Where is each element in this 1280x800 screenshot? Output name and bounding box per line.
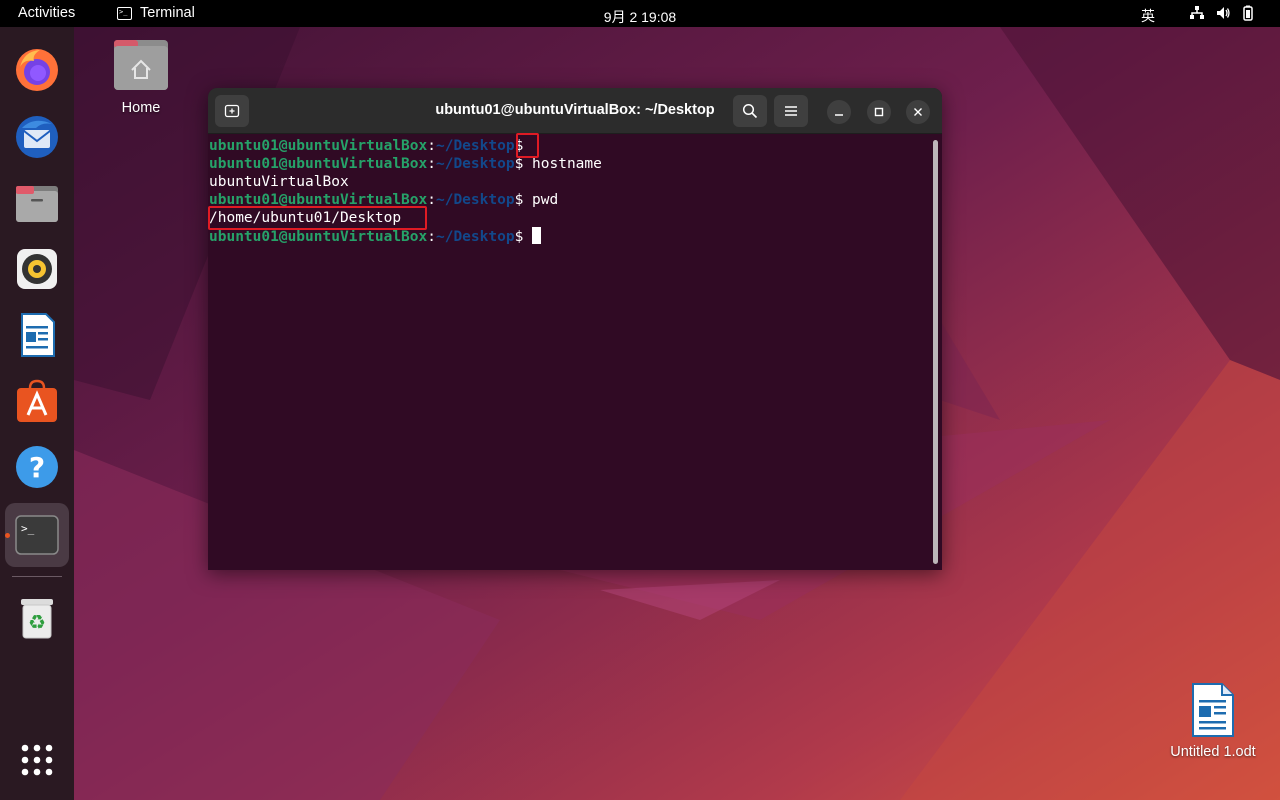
desktop-home[interactable]: Home <box>106 38 176 116</box>
terminal-icon: >_ <box>15 515 59 555</box>
terminal-window[interactable]: ubuntu01@ubuntuVirtualBox: ~/Desktop ubu… <box>208 88 942 570</box>
terminal-line: ubuntu01@ubuntuVirtualBox:~/Desktop$ hos… <box>209 155 930 173</box>
prompt-separator: : <box>427 138 436 154</box>
top-bar: Activities >_ Terminal 9月 2 19:08 英 <box>0 0 1280 27</box>
command-text: hostname <box>523 156 602 172</box>
close-icon <box>914 108 922 116</box>
dock-trash[interactable]: ♻ <box>13 594 61 642</box>
search-icon <box>742 103 758 119</box>
prompt-user: ubuntu01@ubuntuVirtualBox <box>209 138 428 154</box>
document-file-icon <box>1192 683 1234 737</box>
maximize-icon <box>874 107 884 117</box>
dock-help[interactable]: ? <box>13 443 61 491</box>
terminal-output[interactable]: ubuntu01@ubuntuVirtualBox:~/Desktop$ ubun… <box>208 134 930 570</box>
highlight-dollar-prompt <box>516 133 539 158</box>
minimize-button[interactable] <box>827 100 851 124</box>
svg-text:>_: >_ <box>21 522 35 535</box>
prompt-path: ~/Desktop <box>435 229 515 245</box>
output-text: ubuntuVirtualBox <box>209 174 349 190</box>
rhythmbox-icon <box>17 249 57 289</box>
prompt-separator: : <box>427 229 436 245</box>
firefox-icon <box>16 49 58 91</box>
software-icon <box>17 379 57 422</box>
search-button[interactable] <box>733 95 767 127</box>
running-indicator <box>5 533 10 538</box>
command-text <box>523 229 532 245</box>
dock-rhythmbox[interactable] <box>13 245 61 293</box>
dock-firefox[interactable] <box>13 46 61 94</box>
close-button[interactable] <box>906 100 930 124</box>
trash-icon: ♻ <box>21 599 53 639</box>
prompt-dollar: $ <box>514 229 524 245</box>
desktop-file-label: Untitled 1.odt <box>1170 744 1256 760</box>
desktop-home-label: Home <box>121 100 161 116</box>
writer-icon <box>21 313 55 357</box>
home-folder-icon <box>114 40 168 90</box>
dock-separator <box>12 576 62 577</box>
dock: ? >_ ♻ <box>0 27 74 800</box>
maximize-button[interactable] <box>867 100 891 124</box>
hamburger-menu-icon <box>785 106 797 116</box>
highlight-pwd-output <box>208 206 427 230</box>
system-tray[interactable] <box>1189 5 1255 21</box>
prompt-dollar: $ <box>514 156 524 172</box>
terminal-line: ubuntu01@ubuntuVirtualBox:~/Desktop$ <box>209 137 930 155</box>
volume-icon <box>1217 7 1230 19</box>
terminal-titlebar[interactable]: ubuntu01@ubuntuVirtualBox: ~/Desktop <box>208 88 942 134</box>
battery-icon <box>1243 5 1253 21</box>
files-icon <box>16 186 58 222</box>
terminal-line: ubuntuVirtualBox <box>209 173 930 191</box>
network-icon <box>1190 6 1204 19</box>
app-grid-icon <box>21 744 53 776</box>
prompt-path: ~/Desktop <box>435 138 515 154</box>
help-icon: ? <box>16 446 58 488</box>
prompt-user: ubuntu01@ubuntuVirtualBox <box>209 156 428 172</box>
minimize-icon <box>835 114 843 116</box>
dock-software[interactable] <box>13 377 61 425</box>
input-method-indicator[interactable]: 英 <box>1141 6 1155 26</box>
dock-files[interactable] <box>13 179 61 227</box>
prompt-dollar: $ <box>514 192 524 208</box>
dock-app-grid[interactable] <box>13 736 61 784</box>
desktop-file-untitled[interactable]: Untitled 1.odt <box>1160 682 1266 760</box>
terminal-cursor <box>532 227 542 244</box>
svg-text:?: ? <box>29 451 45 484</box>
prompt-path: ~/Desktop <box>435 192 515 208</box>
prompt-user: ubuntu01@ubuntuVirtualBox <box>209 229 428 245</box>
thunderbird-icon <box>16 116 58 158</box>
prompt-separator: : <box>427 192 436 208</box>
prompt-separator: : <box>427 156 436 172</box>
menu-button[interactable] <box>774 95 808 127</box>
dock-terminal[interactable]: >_ <box>5 503 69 567</box>
svg-text:♻: ♻ <box>28 610 46 634</box>
command-text: pwd <box>523 192 559 208</box>
terminal-scrollbar[interactable] <box>933 140 938 564</box>
prompt-path: ~/Desktop <box>435 156 515 172</box>
dock-thunderbird[interactable] <box>13 113 61 161</box>
dock-writer[interactable] <box>13 311 61 359</box>
clock[interactable]: 9月 2 19:08 <box>0 7 1280 27</box>
